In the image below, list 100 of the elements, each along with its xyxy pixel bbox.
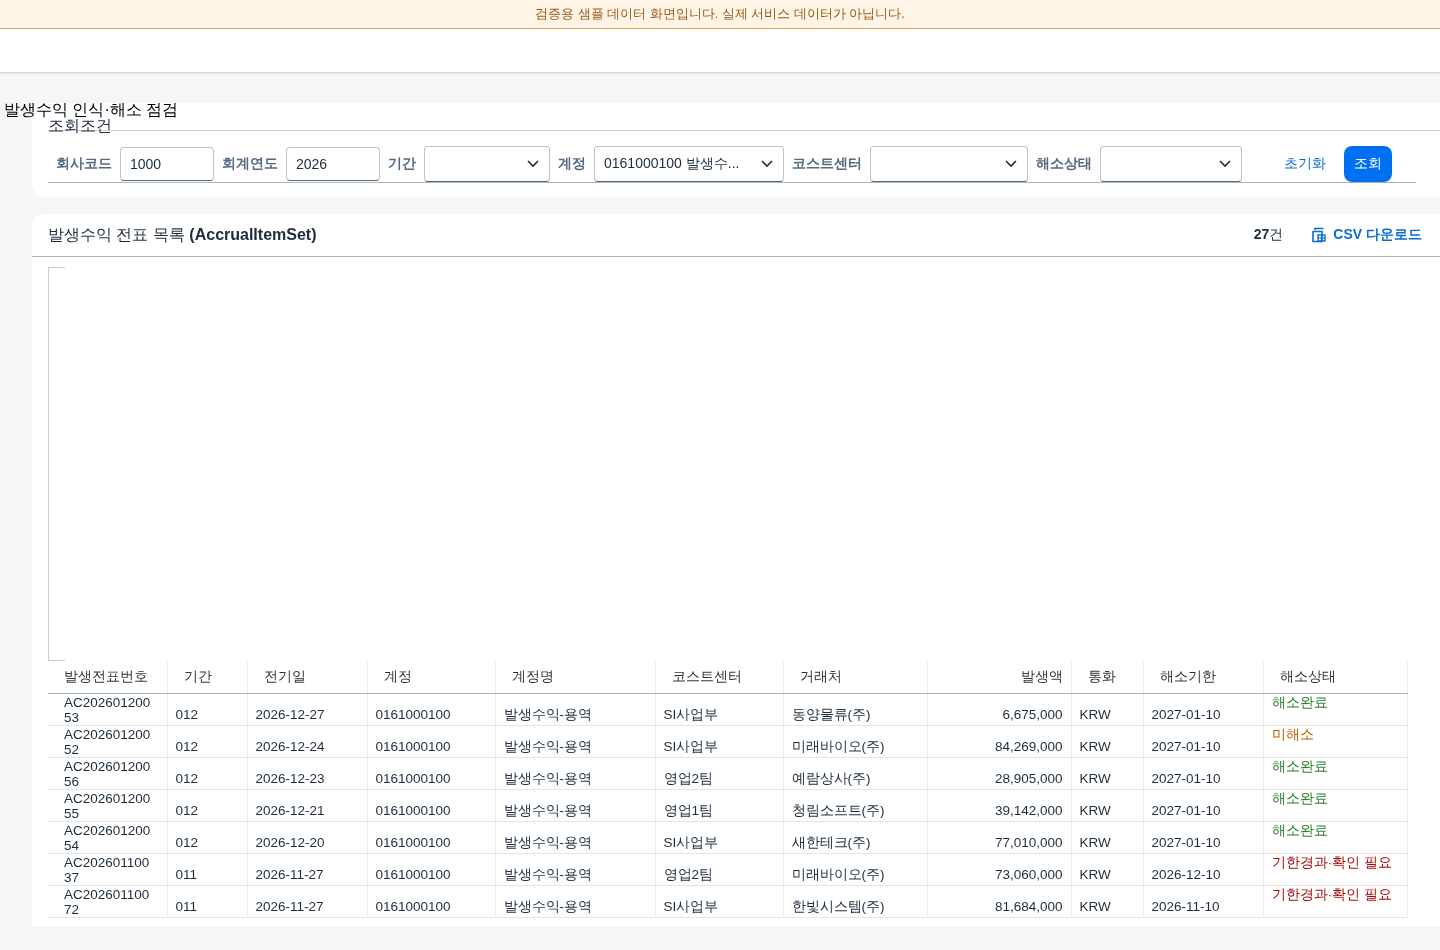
- table-cell: 2026-11-10: [1143, 885, 1263, 918]
- page-title: 발생수익 인식·해소 점검: [4, 101, 179, 118]
- table-cell: 2027-01-10: [1143, 757, 1263, 790]
- table-cell: 새한테크(주): [783, 821, 927, 854]
- table-cell: 한빛시스템(주): [783, 885, 927, 918]
- table-cell: 012: [167, 789, 247, 822]
- table-cell: 미래바이오(주): [783, 853, 927, 886]
- table-cell: 0161000100: [367, 757, 495, 790]
- column-header[interactable]: 발생액: [927, 661, 1071, 694]
- table-cell: 0161000100: [367, 725, 495, 758]
- table-cell: AC202601200 53: [48, 693, 167, 726]
- field-label: 회사코드: [56, 154, 112, 173]
- dropdown-field[interactable]: [870, 145, 1028, 182]
- table-cell: 동양물류(주): [783, 693, 927, 726]
- field-label: 코스트센터: [792, 154, 862, 173]
- table-cell: 73,060,000: [927, 853, 1071, 886]
- chevron-down-icon: [1005, 159, 1017, 168]
- table-cell: 발생수익-용역: [495, 725, 655, 758]
- table-cell: 0161000100: [367, 885, 495, 918]
- table-cell: AC202601200 52: [48, 725, 167, 758]
- dropdown-field[interactable]: [1100, 145, 1242, 182]
- column-header[interactable]: 해소상태: [1263, 661, 1407, 694]
- csv-download-button[interactable]: CSV 다운로드: [1311, 226, 1422, 244]
- table-cell: 발생수익-용역: [495, 885, 655, 918]
- spreadsheet-export-icon: [1311, 227, 1328, 243]
- column-header[interactable]: 거래처: [783, 661, 927, 694]
- column-header[interactable]: 코스트센터: [655, 661, 783, 694]
- status-text: 해소완료: [1271, 759, 1328, 774]
- table-cell: KRW: [1071, 885, 1143, 918]
- table-cell: 011: [167, 853, 247, 886]
- status-text: 해소완료: [1271, 823, 1328, 838]
- column-header[interactable]: 계정: [367, 661, 495, 694]
- table-cell: 영업1팀: [655, 789, 783, 822]
- input-field[interactable]: 1000: [120, 146, 214, 181]
- table-cell: 2027-01-10: [1143, 789, 1263, 822]
- column-header[interactable]: 계정명: [495, 661, 655, 694]
- reset-button[interactable]: 초기화: [1274, 148, 1336, 179]
- status-text: 미해소: [1271, 727, 1314, 742]
- column-header[interactable]: 기간: [167, 661, 247, 694]
- column-header[interactable]: 통화: [1071, 661, 1143, 694]
- table-cell: 청림소프트(주): [783, 789, 927, 822]
- table-cell: 84,269,000: [927, 725, 1071, 758]
- table-cell: 0161000100: [367, 789, 495, 822]
- table-cell: 28,905,000: [927, 757, 1071, 790]
- table-cell: 012: [167, 821, 247, 854]
- table-cell: 예람상사(주): [783, 757, 927, 790]
- table-cell: AC202601100 37: [48, 853, 167, 886]
- table-cell: 2026-11-27: [247, 885, 367, 918]
- table-cell: 0161000100: [367, 853, 495, 886]
- table-cell: 0161000100: [367, 693, 495, 726]
- input-field[interactable]: 2026: [286, 146, 380, 181]
- table-cell: 발생수익-용역: [495, 853, 655, 886]
- chevron-down-icon: [527, 159, 539, 168]
- card-title: 조회조건: [48, 117, 112, 134]
- table-cell: 발생수익-용역: [495, 821, 655, 854]
- chevron-down-icon: [761, 159, 773, 168]
- field-label: 회계연도: [222, 154, 278, 173]
- field-label: 기간: [388, 154, 416, 173]
- chevron-down-icon: [1219, 159, 1231, 168]
- dropdown-field[interactable]: [424, 145, 550, 182]
- table-cell: 2026-12-10: [1143, 853, 1263, 886]
- table-cell: KRW: [1071, 789, 1143, 822]
- status-text: 해소완료: [1271, 695, 1328, 710]
- notice-banner-text: 검증용 샘플 데이터 화면입니다. 실제 서비스 데이터가 아닙니다.: [535, 6, 905, 23]
- table-cell: KRW: [1071, 725, 1143, 758]
- table-cell: KRW: [1071, 693, 1143, 726]
- table-cell: 미래바이오(주): [783, 725, 927, 758]
- table-cell: 012: [167, 693, 247, 726]
- table-cell: AC202601200 54: [48, 821, 167, 854]
- card-title: 발생수익 전표 목록 (AccrualItemSet): [48, 224, 318, 245]
- table-cell: 발생수익-용역: [495, 789, 655, 822]
- table-cell: 2026-11-27: [247, 853, 367, 886]
- record-count: 27건: [1253, 226, 1284, 244]
- status-text: 기한경과·확인 필요: [1271, 887, 1392, 902]
- table-cell: KRW: [1071, 853, 1143, 886]
- table-cell: SI사업부: [655, 725, 783, 758]
- table-cell: 2027-01-10: [1143, 693, 1263, 726]
- table-cell: 2027-01-10: [1143, 725, 1263, 758]
- field-label: 해소상태: [1036, 154, 1092, 173]
- table-cell: 2027-01-10: [1143, 821, 1263, 854]
- search-button[interactable]: 조회: [1344, 145, 1392, 182]
- table-cell: 발생수익-용역: [495, 693, 655, 726]
- table-cell: AC202601200 55: [48, 789, 167, 822]
- table-cell: 영업2팀: [655, 757, 783, 790]
- table-cell: 77,010,000: [927, 821, 1071, 854]
- table-cell: 011: [167, 885, 247, 918]
- column-header[interactable]: 해소기한: [1143, 661, 1263, 694]
- table-cell: KRW: [1071, 821, 1143, 854]
- status-text: 해소완료: [1271, 791, 1328, 806]
- table-cell: KRW: [1071, 757, 1143, 790]
- table-cell: 012: [167, 725, 247, 758]
- table-cell: SI사업부: [655, 885, 783, 918]
- table-cell: AC202601200 56: [48, 757, 167, 790]
- table-cell: 6,675,000: [927, 693, 1071, 726]
- table-cell: 2026-12-27: [247, 693, 367, 726]
- dropdown-field[interactable]: 0161000100 발생수...: [594, 145, 784, 182]
- column-header[interactable]: 전기일: [247, 661, 367, 694]
- table-cell: 2026-12-21: [247, 789, 367, 822]
- table-cell: SI사업부: [655, 693, 783, 726]
- column-header[interactable]: 발생전표번호: [48, 661, 167, 694]
